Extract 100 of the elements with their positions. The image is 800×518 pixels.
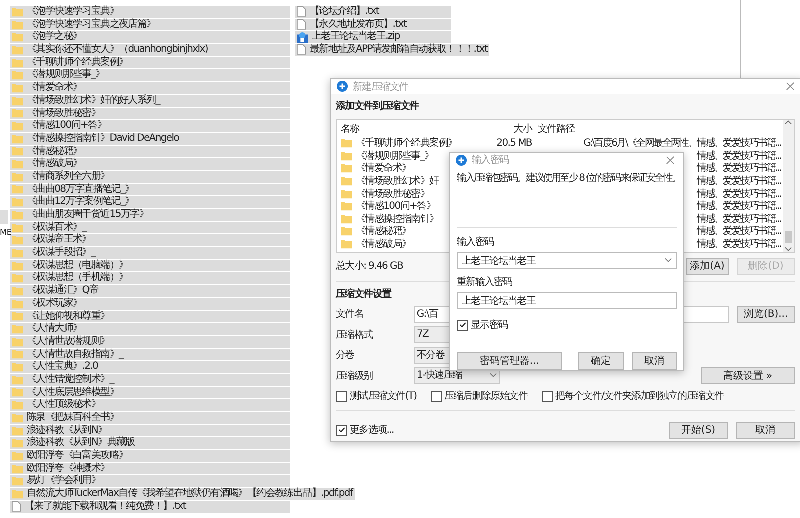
folder-icon <box>341 150 352 161</box>
close-icon[interactable] <box>786 82 795 91</box>
table-cell: 情感、爱爱技巧书籍... <box>697 176 781 188</box>
file-list-item[interactable]: 《情感操控指南针》David DeAngelo <box>10 132 290 145</box>
file-list-item[interactable]: 《情场致胜幻术》奸的好人系列_ <box>10 94 290 106</box>
file-list-item[interactable]: 《人情世故潜规则》 <box>10 336 290 348</box>
file-list-item[interactable]: 自然流大师TuckerMax自传《我希望在地狱仍有酒喝》【约会教练出品】.pdf.pdf <box>10 488 355 500</box>
close-icon[interactable] <box>666 156 675 164</box>
checkbox[interactable] <box>430 390 442 402</box>
cancel-button[interactable]: 取消 <box>736 422 795 438</box>
section-title: 添加文件到压缩文件 <box>336 100 419 114</box>
file-list-item[interactable]: 《人情大师》 <box>10 323 290 335</box>
scrollbar[interactable] <box>783 120 794 252</box>
folder-icon <box>341 188 352 199</box>
folder-icon <box>341 201 352 212</box>
advanced-settings-button[interactable]: 高级设置 » <box>701 367 795 384</box>
field-label: 输入密码 <box>457 236 495 250</box>
password-combobox[interactable]: 上老王论坛当老王 <box>457 252 677 269</box>
file-list-item[interactable]: 【论坛介绍】.txt <box>295 6 451 18</box>
file-list-item[interactable]: 《曲曲12万字案例笔记_》 <box>10 196 290 208</box>
folder-icon <box>341 239 352 250</box>
folder-icon <box>341 214 352 224</box>
file-list-item[interactable]: 《权术玩家》 <box>10 298 290 310</box>
scrollbar-thumb[interactable] <box>785 231 792 243</box>
folder-icon <box>341 226 352 236</box>
hint-text: 输入压缩包密码。建议使用至少 8 位的密码来保证安全性。 <box>457 172 681 185</box>
column-header[interactable]: 文件路径 <box>532 122 782 136</box>
file-list-item[interactable]: 《情爱命术》 <box>10 82 290 94</box>
field-label: 分卷 <box>336 349 356 362</box>
file-list-item[interactable]: 《情感100问+答》 <box>10 120 290 132</box>
checkbox[interactable] <box>542 390 553 402</box>
checkbox[interactable] <box>457 320 468 330</box>
file-list-item[interactable]: 《潜规则那些事_》 <box>10 69 290 82</box>
file-list-item[interactable]: 《权谋通汇》Q帝 <box>10 285 290 297</box>
ok-button[interactable]: 确定 <box>578 352 624 370</box>
archive-icon <box>297 32 308 43</box>
checkbox[interactable] <box>336 424 347 436</box>
file-list-item[interactable]: 《人性底层思维模型》 <box>10 386 290 398</box>
file-list-item[interactable]: 《其实你还不懂女人》（duanhongbinjhxlx) <box>10 44 290 56</box>
checkbox-label: 把每个文件/文件夹添加到独立的压缩文件 <box>556 390 724 403</box>
chevron-down-icon[interactable] <box>785 247 792 252</box>
table-cell: 《千聊讲师个经典案例》 <box>337 136 466 150</box>
section-title: 压缩文件设置 <box>336 288 392 302</box>
browse-button[interactable]: 浏览(B)... <box>737 306 795 323</box>
file-list-item[interactable]: 【来了就能下载和观看！纯免费！】.txt <box>10 500 290 512</box>
table-cell: 情感、爱爱技巧书籍... <box>697 163 781 174</box>
checkbox-label: 更多选项... <box>350 424 394 437</box>
field-label: 压缩格式 <box>336 328 374 342</box>
file-list-item[interactable]: 《曲曲朋友圈干货近15万字》 <box>10 209 290 221</box>
file-list-item[interactable]: 易灯《学会利用》 <box>10 475 290 488</box>
total-size-label: 总大小: 9.46 GB <box>336 260 404 273</box>
table-cell: 情感、爱爱技巧书籍... <box>697 214 781 225</box>
checkbox[interactable] <box>336 390 347 402</box>
file-list-item[interactable]: 《情感破局》 <box>10 158 290 170</box>
file-list-item[interactable]: 【永久地址发布页】.txt <box>295 18 451 30</box>
start-button[interactable]: 开始(S) <box>669 422 728 438</box>
file-list-item[interactable]: 欧阳浮夸《神摄术》 <box>10 462 290 474</box>
file-list-item[interactable]: 《权谋思想（电脑端）》 <box>10 260 290 272</box>
column-header[interactable]: 大小 <box>466 122 532 136</box>
table-cell: G:\百度6月\《全网最全两性、情感、爱爱技巧书籍... <box>584 138 781 150</box>
table-cell: 20.5 MB <box>496 138 532 149</box>
chevron-down-icon <box>665 258 672 263</box>
file-list-item[interactable]: 欧阳浮夸《白富美攻略》 <box>10 450 290 462</box>
field-label: 压缩级别 <box>336 370 374 383</box>
chevron-up-icon[interactable] <box>785 120 792 125</box>
document-icon <box>297 44 306 56</box>
table-cell: 情感、爱爱技巧书籍... <box>697 150 781 162</box>
file-list-item[interactable]: 《人情世故自救指南》_ <box>10 348 290 360</box>
file-list-item[interactable]: 《让她仰视和尊重》 <box>10 310 290 322</box>
document-icon <box>297 19 306 30</box>
file-list-item[interactable]: 《权谋帝王术》 <box>10 234 290 246</box>
dialog-title: 输入密码 <box>472 154 509 167</box>
dialog-title: 新建压缩文件 <box>353 80 408 94</box>
password-field[interactable]: 上老王论坛当老王 <box>457 292 677 309</box>
file-list-item[interactable]: 上老王论坛当老王.zip <box>295 31 451 44</box>
cancel-button[interactable]: 取消 <box>632 352 677 370</box>
password-manager-button[interactable]: 密码管理器... <box>457 352 562 370</box>
file-list-item[interactable]: 最新地址及APP请发邮箱自动获取！！！.txt <box>295 44 490 56</box>
file-list-item[interactable]: 《人性宝典》.2.0 <box>10 361 290 373</box>
file-list-item[interactable]: 《泡学之秘》 <box>10 31 290 44</box>
file-list-item[interactable]: 《情场致胜秘密》 <box>10 108 290 120</box>
file-list-item[interactable]: 《人性错觉控制术》_ <box>10 374 290 386</box>
checkbox-label: 显示密码 <box>471 318 508 332</box>
file-list-item[interactable]: 《情商系列全六册》 <box>10 170 290 183</box>
file-list-item[interactable]: 浪迹科教《从到N》 <box>10 424 290 436</box>
file-list-item[interactable]: 《情感秘籍》 <box>10 146 290 158</box>
file-list-item[interactable]: 浪迹科教《从到N》典藏版 <box>10 437 290 450</box>
column-header[interactable]: 名称 <box>337 122 466 136</box>
file-list-item[interactable]: 《权谋手段招》_ <box>10 247 290 259</box>
file-list-item[interactable]: 陈泉《把妹百科全书》 <box>10 412 290 424</box>
field-label: 重新输入密码 <box>457 276 514 290</box>
file-list-item[interactable]: 《权谋百术》_ <box>10 222 290 234</box>
file-list-item[interactable]: 《泡学快速学习宝典》 <box>10 6 290 18</box>
file-list-item[interactable]: 《人性顶级秘术》 <box>10 399 290 411</box>
folder-icon <box>341 138 352 148</box>
add-button[interactable]: 添加(A) <box>686 258 729 274</box>
file-list-item[interactable]: 《权谋思想（手机端）》 <box>10 272 290 284</box>
file-list-item[interactable]: 《千聊讲师个经典案例》 <box>10 56 290 68</box>
file-list-item[interactable]: 《曲曲08万字直播笔记_》 <box>10 184 290 196</box>
file-list-item[interactable]: 《泡学快速学习宝典之夜店篇》 <box>10 18 290 30</box>
